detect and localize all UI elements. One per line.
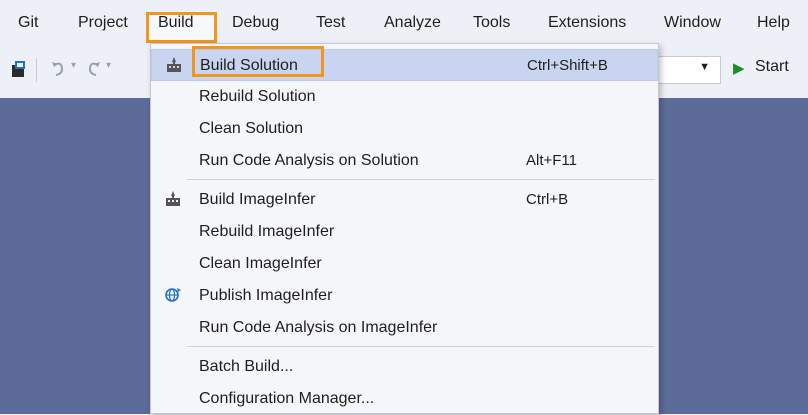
menu-debug[interactable]: Debug	[232, 11, 279, 35]
menu-help[interactable]: Help	[757, 11, 790, 35]
menu-item-label: Publish ImageInfer	[199, 287, 333, 304]
save-all-icon[interactable]	[10, 60, 26, 78]
play-icon[interactable]: ▶	[733, 59, 745, 77]
menu-item-label: Clean ImageInfer	[199, 255, 322, 272]
undo-icon[interactable]	[50, 59, 66, 79]
redo-icon[interactable]	[86, 59, 102, 79]
menu-item-clean-solution[interactable]: Clean Solution	[151, 113, 658, 145]
solution-platform-combo[interactable]: ▼	[657, 56, 721, 84]
toolbar-separator	[36, 58, 37, 82]
menu-bar: Git Project Build Debug Test Analyze Too…	[0, 0, 808, 44]
menu-separator	[187, 179, 655, 180]
build-icon	[164, 56, 184, 76]
menu-item-configuration-manager[interactable]: Configuration Manager...	[151, 383, 658, 415]
menu-item-label: Build Solution	[200, 57, 298, 74]
menu-separator	[187, 346, 655, 347]
menu-item-label: Rebuild ImageInfer	[199, 223, 335, 240]
chevron-down-icon: ▼	[699, 61, 710, 73]
menu-window[interactable]: Window	[664, 11, 721, 35]
menu-item-shortcut: Alt+F11	[526, 152, 577, 169]
start-button[interactable]: Start	[755, 58, 789, 76]
build-menu-dropdown: Build Solution Ctrl+Shift+B Rebuild Solu…	[150, 43, 659, 414]
menu-test[interactable]: Test	[316, 11, 345, 35]
menu-item-rebuild-project[interactable]: Rebuild ImageInfer	[151, 216, 658, 248]
menu-git[interactable]: Git	[18, 11, 38, 35]
menu-item-rebuild-solution[interactable]: Rebuild Solution	[151, 81, 658, 113]
menu-item-run-code-analysis-solution[interactable]: Run Code Analysis on Solution Alt+F11	[151, 145, 658, 177]
undo-dropdown-icon[interactable]: ▾	[71, 60, 76, 71]
menu-item-build-project[interactable]: Build ImageInfer Ctrl+B	[151, 184, 658, 216]
menu-item-label: Run Code Analysis on ImageInfer	[199, 319, 438, 336]
menu-item-label: Build ImageInfer	[199, 191, 316, 208]
menu-analyze[interactable]: Analyze	[384, 11, 441, 35]
menu-project[interactable]: Project	[78, 11, 128, 35]
menu-item-shortcut: Ctrl+Shift+B	[527, 57, 608, 74]
menu-item-label: Batch Build...	[199, 358, 294, 375]
menu-build[interactable]: Build	[158, 11, 194, 35]
menu-item-clean-project[interactable]: Clean ImageInfer	[151, 248, 658, 280]
redo-dropdown-icon[interactable]: ▾	[106, 60, 111, 71]
menu-item-publish-project[interactable]: Publish ImageInfer	[151, 280, 658, 312]
menu-item-label: Configuration Manager...	[199, 390, 375, 407]
menu-item-batch-build[interactable]: Batch Build...	[151, 351, 658, 383]
menu-item-label: Clean Solution	[199, 120, 304, 137]
menu-item-label: Run Code Analysis on Solution	[199, 152, 419, 169]
menu-item-build-solution[interactable]: Build Solution Ctrl+Shift+B	[151, 49, 658, 81]
publish-globe-icon	[163, 286, 183, 306]
build-icon	[163, 190, 183, 210]
menu-item-run-code-analysis-project[interactable]: Run Code Analysis on ImageInfer	[151, 312, 658, 344]
menu-item-label: Rebuild Solution	[199, 88, 316, 105]
menu-tools[interactable]: Tools	[473, 11, 510, 35]
menu-item-shortcut: Ctrl+B	[526, 191, 569, 208]
menu-extensions[interactable]: Extensions	[548, 11, 626, 35]
